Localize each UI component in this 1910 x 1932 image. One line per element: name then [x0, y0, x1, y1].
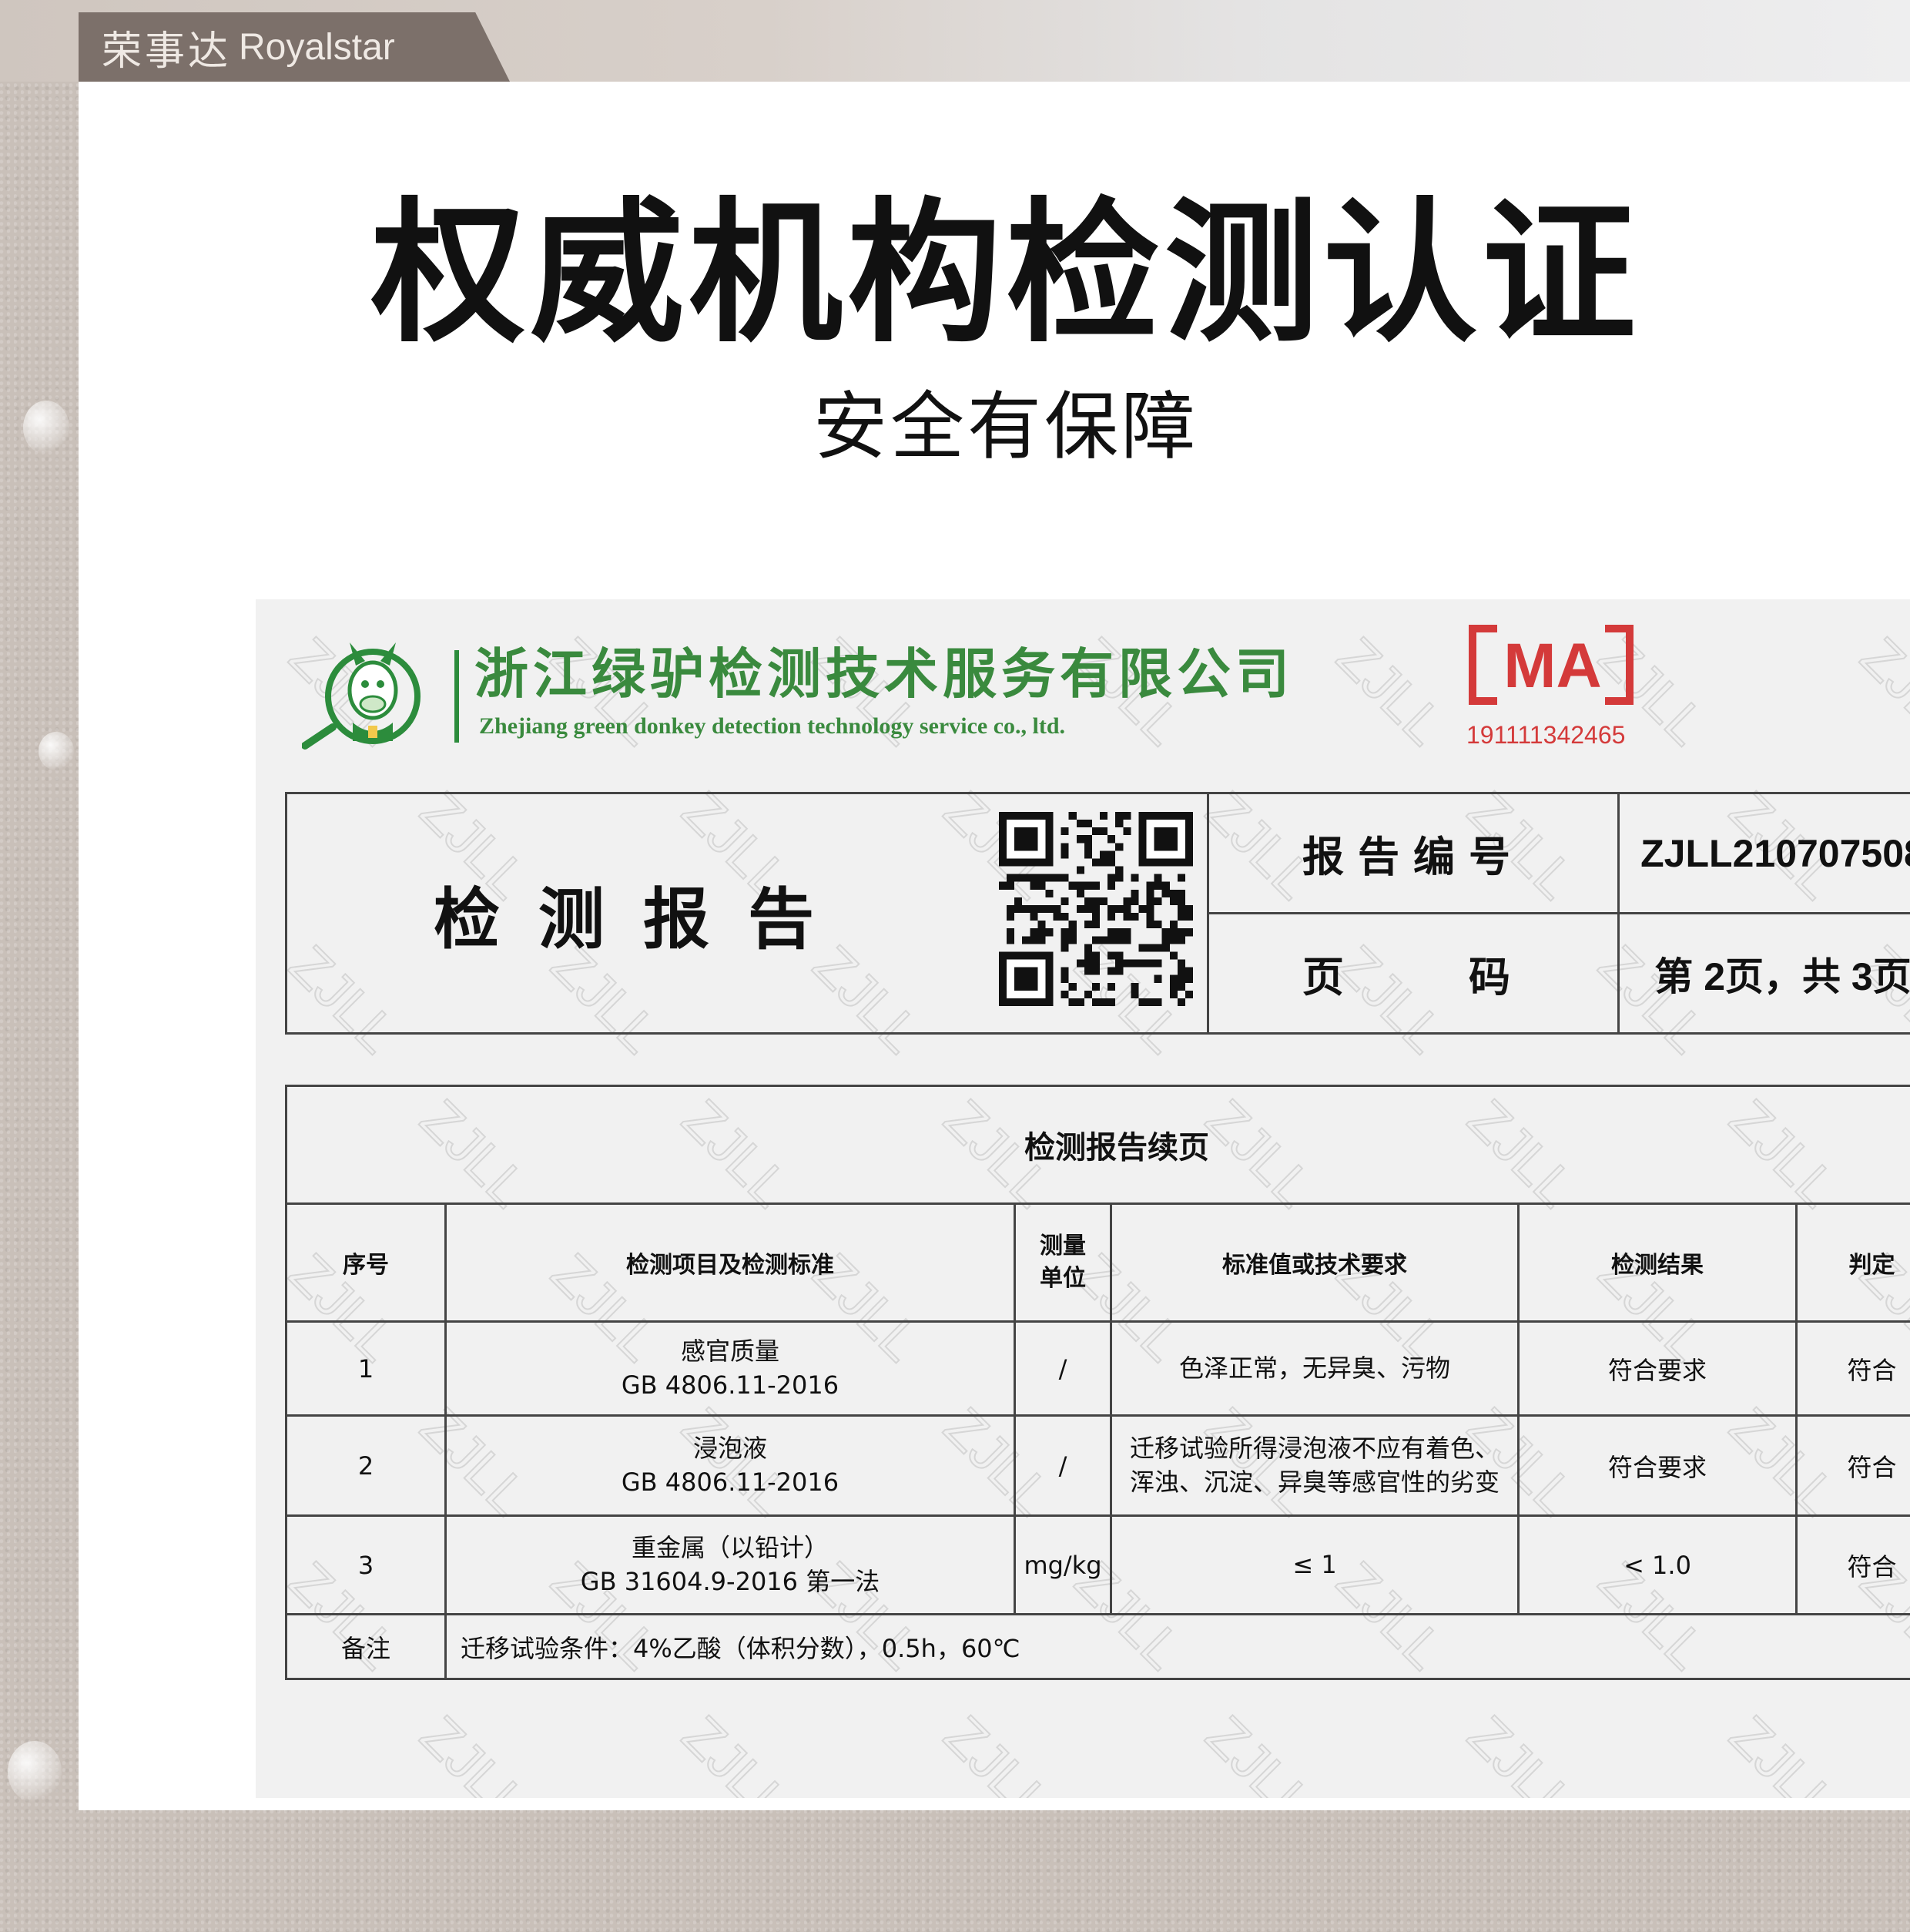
- remark-label: 备注: [285, 1613, 447, 1680]
- qr-code-icon: [999, 812, 1193, 1006]
- water-drop: [39, 732, 74, 770]
- cell-result: 符合要求: [1517, 1320, 1798, 1417]
- page-subtitle: 安全有保障: [813, 384, 1198, 470]
- cell-item: 感官质量 GB 4806.11-2016: [444, 1320, 1016, 1417]
- cma-mark-text: MA: [1503, 631, 1602, 701]
- watermark-text: ZJLL: [1849, 626, 1910, 757]
- cell-requirement-line: ≤ 1: [1292, 1549, 1337, 1579]
- cell-requirement: ≤ 1: [1110, 1514, 1520, 1615]
- cell-item-name: 感官质量: [680, 1337, 779, 1367]
- watermark-text: ZJLL: [1718, 1705, 1849, 1798]
- column-header: 序号: [285, 1202, 447, 1323]
- cell-unit: mg/kg: [1014, 1514, 1112, 1615]
- column-header: 测量单位: [1014, 1202, 1112, 1323]
- watermark-text: ZJLL: [1195, 1705, 1325, 1798]
- column-header: 标准值或技术要求: [1110, 1202, 1520, 1323]
- water-drop: [23, 401, 69, 454]
- content-card: 权威机构检测认证 安全有保障 ZJLL ZJLL ZJLL ZJLL ZJLL ZJLL Z…: [79, 82, 1910, 1810]
- logo-divider: [454, 650, 459, 743]
- cell-item-standard: GB 4806.11-2016: [621, 1370, 839, 1400]
- cell-item: 重金属（以铅计） GB 31604.9-2016 第一法: [444, 1514, 1016, 1615]
- page-value: 第 2页，共 3页: [1617, 912, 1910, 1035]
- column-header: 检测项目及检测标准: [444, 1202, 1016, 1323]
- cell-verdict: 符合: [1795, 1320, 1910, 1417]
- watermark-text: ZJLL: [409, 1705, 540, 1798]
- remark-text: 迁移试验条件：4%乙酸（体积分数），0.5h，60℃: [444, 1613, 1910, 1680]
- column-header-text: 测量单位: [1040, 1233, 1086, 1292]
- page-label: 页 码: [1207, 912, 1620, 1035]
- cma-number: 191111342465: [1466, 721, 1626, 749]
- cell-no: 2: [285, 1414, 447, 1517]
- cell-requirement-line: 迁移试验所得浸泡液不应有着色、: [1129, 1434, 1500, 1464]
- report-title-cell: 检测报告: [285, 792, 1209, 1035]
- cell-item-standard: GB 4806.11-2016: [621, 1467, 839, 1497]
- report-no-label: 报告编号: [1207, 792, 1620, 914]
- table-row-remark: 备注 迁移试验条件：4%乙酸（体积分数），0.5h，60℃: [285, 1613, 1910, 1680]
- cell-result: < 1.0: [1517, 1514, 1798, 1615]
- watermark-text: ZJLL: [1456, 1705, 1587, 1798]
- brand-logo: 荣事达 Royalstar: [79, 12, 510, 82]
- cell-item: 浸泡液 GB 4806.11-2016: [444, 1414, 1016, 1517]
- watermark-text: ZJLL: [671, 1705, 802, 1798]
- column-header: 检测结果: [1517, 1202, 1798, 1323]
- results-table-title: 检测报告续页: [285, 1085, 1910, 1205]
- cell-requirement-line: 浑浊、沉淀、异臭等感官性的劣变: [1129, 1467, 1500, 1497]
- results-table: 检测报告续页 序号 检测项目及检测标准 测量单位 标准值或技术要求 检测结果 判…: [285, 1085, 1910, 1680]
- watermark-text: ZJLL: [1325, 626, 1456, 757]
- cell-verdict: 符合: [1795, 1414, 1910, 1517]
- water-drop: [8, 1741, 62, 1803]
- cma-mark-icon: MA: [1469, 625, 1634, 705]
- cell-requirement-line: 色泽正常，无异臭、污物: [1178, 1353, 1450, 1383]
- cell-item-name: 重金属（以铅计）: [631, 1533, 829, 1563]
- cell-item-standard: GB 31604.9-2016 第一法: [580, 1566, 880, 1596]
- table-row: 2 浸泡液 GB 4806.11-2016 / 迁移试验所得浸泡液不应有着色、 浑浊…: [285, 1414, 1910, 1517]
- brand-name-en: Royalstar: [239, 26, 395, 68]
- report-header-table: 检测报告 报告编号 ZJLL210707508 页 码 第 2页，共 3页: [285, 792, 1910, 1035]
- cell-requirement: 色泽正常，无异臭、污物: [1110, 1320, 1520, 1417]
- report-no-value: ZJLL210707508: [1617, 792, 1910, 914]
- company-name-en: Zhejiang green donkey detection technolo…: [479, 713, 1066, 739]
- table-row: 1 感官质量 GB 4806.11-2016 / 色泽正常，无异臭、污物 符合要求…: [285, 1320, 1910, 1417]
- watermark-text: ZJLL: [933, 1705, 1064, 1798]
- company-name-cn: 浙江绿驴检测技术服务有限公司: [474, 642, 1294, 706]
- cell-no: 1: [285, 1320, 447, 1417]
- cell-unit: /: [1014, 1320, 1112, 1417]
- test-report-image: ZJLL ZJLL ZJLL ZJLL ZJLL ZJLL ZJLL ZJLL ZJLL ZJLL…: [256, 599, 1910, 1798]
- brand-name-cn: 荣事达: [102, 28, 232, 75]
- cell-no: 3: [285, 1514, 447, 1615]
- page-title: 权威机构检测认证: [370, 184, 1640, 364]
- donkey-logo-icon: [302, 642, 421, 750]
- report-title: 检测报告: [434, 881, 853, 958]
- column-header: 判定: [1795, 1202, 1910, 1323]
- cell-requirement: 迁移试验所得浸泡液不应有着色、 浑浊、沉淀、异臭等感官性的劣变: [1110, 1414, 1520, 1517]
- table-row: 3 重金属（以铅计） GB 31604.9-2016 第一法 mg/kg ≤ 1 …: [285, 1514, 1910, 1615]
- cell-verdict: 符合: [1795, 1514, 1910, 1615]
- cell-item-name: 浸泡液: [692, 1434, 767, 1464]
- cell-result: 符合要求: [1517, 1414, 1798, 1517]
- cell-unit: /: [1014, 1414, 1112, 1517]
